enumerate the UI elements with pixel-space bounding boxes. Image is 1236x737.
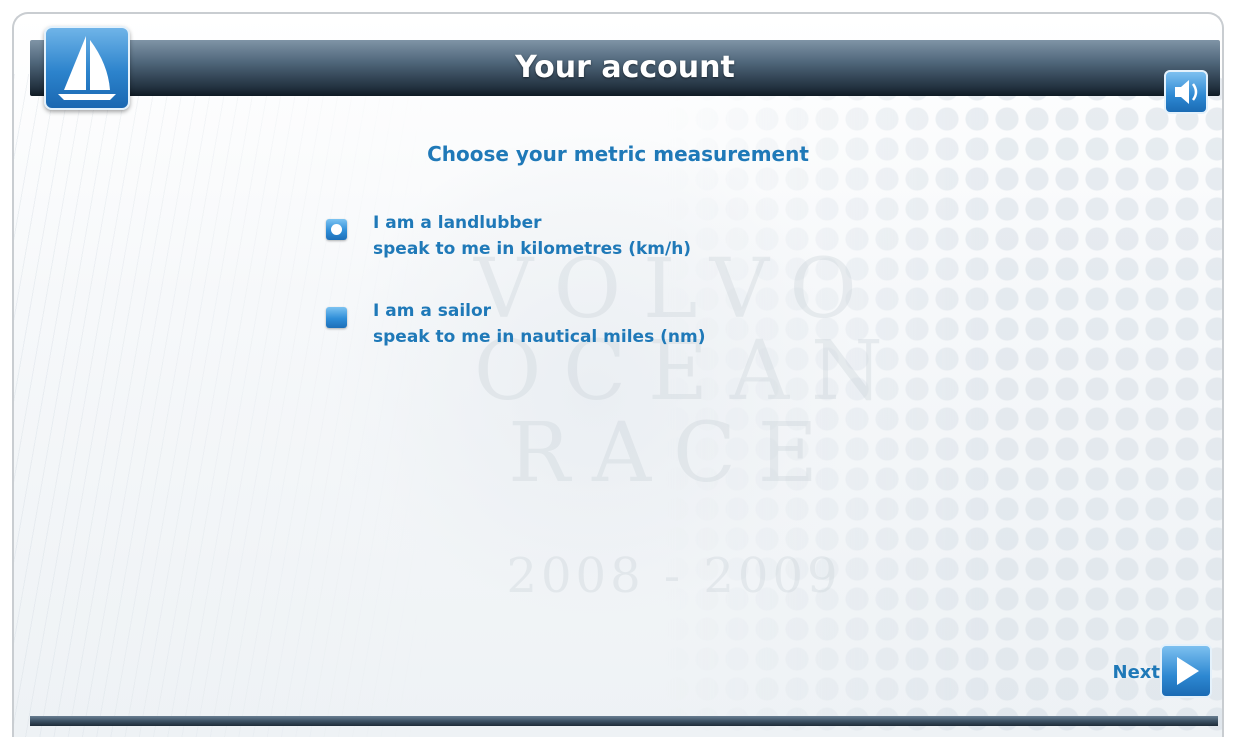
title-bar: Your account [30, 40, 1220, 114]
option-title: I am a landlubber [373, 213, 542, 233]
next-link[interactable]: Next [1113, 662, 1161, 683]
next-button[interactable] [1160, 644, 1212, 698]
app-window: VOLVO OCEAN RACE 2008 - 2009 Your accoun… [12, 12, 1224, 737]
play-arrow-icon [1177, 657, 1199, 685]
speaker-icon [1175, 80, 1198, 104]
option-title: I am a sailor [373, 301, 492, 321]
logo [44, 26, 130, 110]
option-description: speak to me in nautical miles (nm) [373, 327, 706, 347]
option-sailor[interactable]: I am a sailor speak to me in nautical mi… [326, 298, 705, 350]
option-label: I am a landlubber speak to me in kilomet… [373, 210, 691, 262]
option-landlubber[interactable]: I am a landlubber speak to me in kilomet… [326, 210, 691, 262]
sound-toggle-button[interactable] [1164, 70, 1208, 114]
option-label: I am a sailor speak to me in nautical mi… [373, 298, 705, 350]
section-heading: Choose your metric measurement [427, 142, 809, 166]
footer-bar [30, 716, 1218, 726]
radio-button-selected[interactable] [326, 219, 347, 240]
sailboat-icon [58, 36, 116, 100]
watermark-line: RACE [508, 406, 840, 501]
watermark-year: 2008 - 2009 [506, 548, 842, 604]
option-description: speak to me in kilometres (km/h) [373, 239, 692, 259]
radio-button[interactable] [326, 307, 347, 328]
page-title: Your account [515, 50, 735, 85]
